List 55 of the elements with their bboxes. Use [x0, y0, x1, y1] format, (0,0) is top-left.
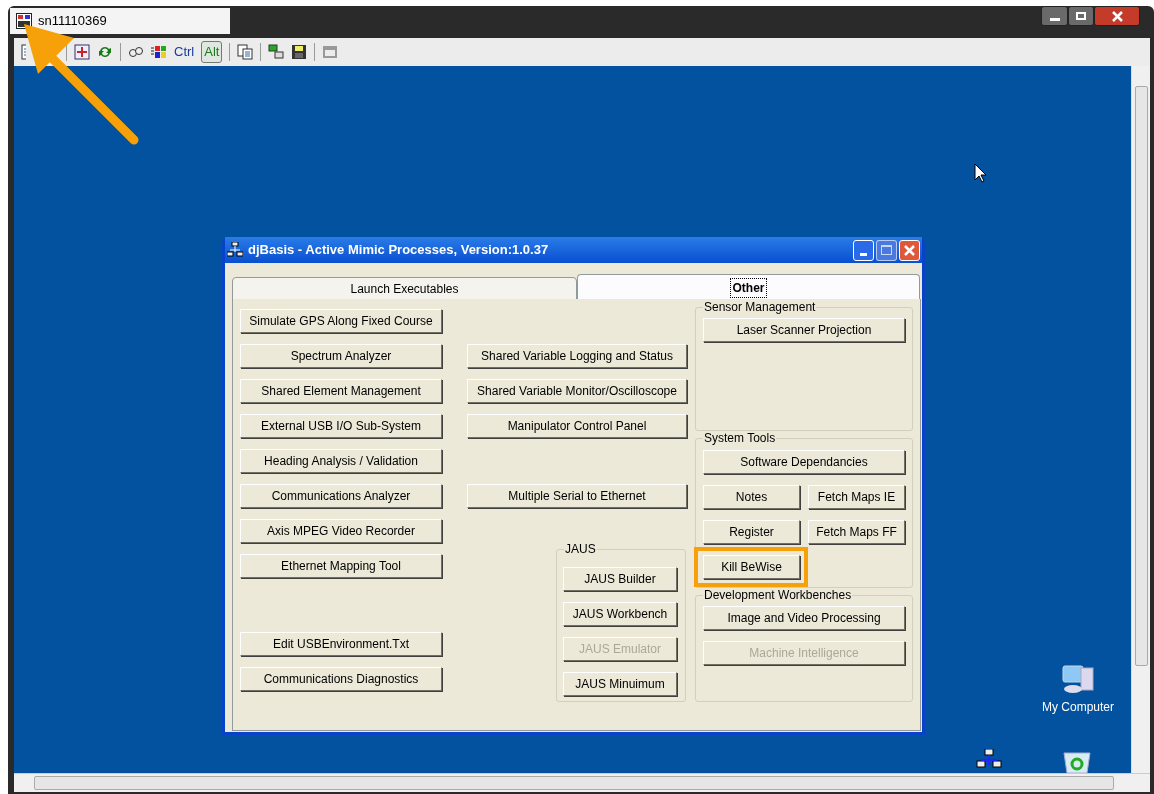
vnc-icon [16, 13, 32, 29]
button[interactable]: Multiple Serial to Ethernet [467, 484, 687, 508]
clipboard-icon[interactable] [237, 44, 254, 60]
button[interactable]: External USB I/O Sub-System [240, 414, 442, 438]
button[interactable]: JAUS Builder [563, 567, 677, 591]
tab[interactable]: Other [577, 274, 920, 300]
recycle-bin-icon[interactable] [1062, 750, 1092, 773]
close-icon [904, 244, 915, 256]
fullscreen-icon[interactable] [74, 44, 90, 60]
button[interactable]: Kill BeWise [703, 555, 800, 579]
button[interactable]: Notes [703, 485, 800, 509]
button[interactable]: Spectrum Analyzer [240, 344, 442, 368]
close-button[interactable] [1094, 6, 1140, 26]
button[interactable]: Fetch Maps IE [808, 485, 905, 509]
button[interactable]: Axis MPEG Video Recorder [240, 519, 442, 543]
minimize-button[interactable] [1041, 6, 1068, 26]
mouse-cursor-icon [974, 163, 987, 183]
button[interactable]: JAUS Minuimum [563, 672, 677, 696]
group-label: Sensor Management [703, 300, 817, 314]
button[interactable]: Register [703, 520, 800, 544]
save-icon[interactable] [291, 44, 308, 60]
close-icon [1111, 10, 1123, 22]
tab[interactable]: Launch Executables [232, 277, 577, 300]
button[interactable]: Communications Analyzer [240, 484, 442, 508]
document-icon[interactable] [20, 44, 26, 60]
windows-flag-icon[interactable] [151, 44, 167, 60]
button[interactable]: Image and Video Processing [703, 606, 905, 630]
button[interactable]: Software Dependancies [703, 450, 905, 474]
network-icon [227, 242, 243, 258]
ctrl-key-button[interactable]: Ctrl [174, 42, 195, 62]
group-label: Development Workbenches [703, 588, 853, 602]
button[interactable]: Edit USBEnvironment.Txt [240, 632, 442, 656]
button[interactable]: Shared Element Management [240, 379, 442, 403]
button[interactable]: Shared Variable Monitor/Oscilloscope [467, 379, 687, 403]
button[interactable]: JAUS Workbench [563, 602, 677, 626]
refresh-icon[interactable] [97, 44, 113, 60]
horizontal-scrollbar[interactable] [14, 773, 1150, 792]
button[interactable]: Ethernet Mapping Tool [240, 554, 442, 578]
transfer-icon[interactable] [268, 44, 285, 60]
vertical-scrollbar[interactable] [1131, 66, 1150, 773]
button[interactable]: Communications Diagnostics [240, 667, 442, 691]
group-label: System Tools [703, 431, 777, 445]
desktop-icon-label[interactable]: My Computer [1042, 698, 1114, 716]
button[interactable]: Manipulator Control Panel [467, 414, 687, 438]
computer-icon[interactable] [1061, 664, 1095, 696]
button[interactable]: Laser Scanner Projection [703, 318, 905, 342]
group-label: JAUS [564, 542, 597, 556]
alt-key-button[interactable]: Alt [201, 41, 223, 63]
button[interactable]: Heading Analysis / Validation [240, 449, 442, 473]
button[interactable]: Fetch Maps FF [808, 520, 905, 544]
button[interactable]: Simulate GPS Along Fixed Course [240, 309, 442, 333]
button[interactable]: Shared Variable Logging and Status [467, 344, 687, 368]
dialog-title: djBasis - Active Mimic Processes, Version:1.0.37 [248, 241, 550, 260]
window-title: sn11110369 [38, 12, 107, 31]
maximize-button[interactable] [1068, 6, 1094, 26]
